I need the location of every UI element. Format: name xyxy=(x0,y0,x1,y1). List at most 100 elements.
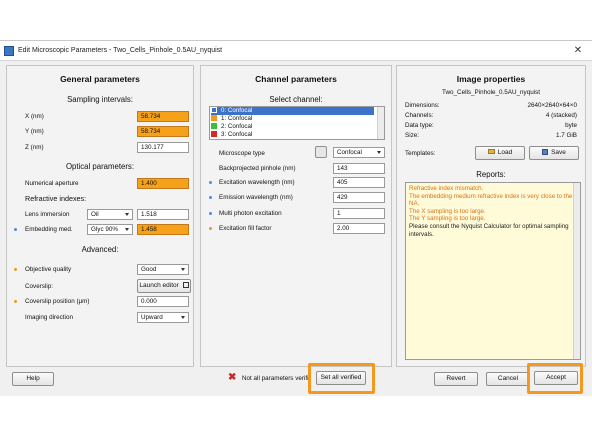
multi-photon-label: Multi photon excitation xyxy=(219,210,282,217)
verification-status-text: Not all parameters verifi xyxy=(242,375,309,382)
app-icon xyxy=(4,46,14,56)
dimensions-value: 2640×2640×64×0 xyxy=(527,102,577,109)
coverslip-label: Coverslip: xyxy=(25,283,53,290)
coverslip-position-field[interactable]: 0.000 xyxy=(137,296,189,307)
channel-item-2[interactable]: 2: Confocal xyxy=(211,123,374,131)
lens-immersion-select[interactable]: Oil xyxy=(87,209,133,220)
microscope-type-value: Confocal xyxy=(337,149,362,156)
title-bar: Edit Microscopic Parameters - Two_Cells_… xyxy=(0,41,592,61)
channels-label: Channels: xyxy=(405,112,434,119)
error-x-icon: ✖ xyxy=(228,372,237,383)
excitation-wavelength-field[interactable]: 405 xyxy=(333,177,385,188)
coverslip-position-label: Coverslip position (µm) xyxy=(25,298,90,305)
emission-wavelength-label: Emission wavelength (nm) xyxy=(219,194,293,201)
z-sampling-field[interactable]: 130.177 xyxy=(137,142,189,153)
channel-color-swatch xyxy=(211,107,217,113)
report-line: Refractive index mismatch. xyxy=(409,185,484,192)
set-all-verified-button[interactable]: Set all verified xyxy=(316,371,366,385)
chevron-down-icon xyxy=(125,213,129,216)
report-line: intervals. xyxy=(409,230,434,238)
objective-quality-select[interactable]: Good xyxy=(137,264,189,275)
save-icon xyxy=(542,149,549,155)
lens-immersion-value: Oil xyxy=(91,211,99,218)
imaging-direction-value: Upward xyxy=(141,314,163,321)
reports-scrollbar[interactable] xyxy=(573,183,580,359)
fill-factor-field[interactable]: 2.00 xyxy=(333,223,385,234)
report-line: Please consult the Nyquist Calculator fo… xyxy=(409,222,569,230)
reports-box[interactable]: Refractive index mismatch. The embedding… xyxy=(405,182,581,360)
launch-editor-button[interactable]: Launch editor xyxy=(137,279,191,293)
image-properties-panel: Image properties Two_Cells_Pinhole_0.5AU… xyxy=(396,65,586,367)
image-properties-title: Image properties xyxy=(456,74,526,84)
general-parameters-panel: General parameters Sampling intervals: X… xyxy=(6,65,194,367)
select-channel-header: Select channel: xyxy=(269,95,323,104)
microscope-type-label: Microscope type xyxy=(219,150,265,157)
help-button[interactable]: Help xyxy=(12,372,54,386)
pinhole-field[interactable]: 143 xyxy=(333,163,385,174)
dimensions-label: Dimensions: xyxy=(405,102,440,109)
y-sampling-field[interactable]: 58.734 xyxy=(137,126,189,137)
coverslip-position-status-dot-icon xyxy=(14,300,17,303)
channel-item-1[interactable]: 1: Confocal xyxy=(211,115,374,123)
data-type-value: byte xyxy=(565,122,577,129)
channel-item-0[interactable]: 0: Confocal xyxy=(211,107,374,115)
x-label: X (nm) xyxy=(25,113,44,120)
lens-immersion-label: Lens immersion xyxy=(25,211,70,218)
optical-parameters-header: Optical parameters: xyxy=(65,162,135,171)
multi-photon-field[interactable]: 1 xyxy=(333,208,385,219)
templates-label: Templates: xyxy=(405,150,436,157)
cancel-button[interactable]: Cancel xyxy=(486,372,530,386)
size-value: 1.7 GiB xyxy=(556,132,577,139)
sampling-intervals-header: Sampling intervals: xyxy=(67,95,133,104)
folder-icon xyxy=(487,149,495,154)
channel-label: 3: Confocal xyxy=(221,131,253,138)
load-label: Load xyxy=(497,149,513,156)
save-template-button[interactable]: Save xyxy=(529,146,579,160)
general-parameters-title: General parameters xyxy=(60,74,140,84)
imaging-direction-select[interactable]: Upward xyxy=(137,312,189,323)
fill-factor-label: Excitation fill factor xyxy=(219,225,272,232)
channel-label: 1: Confocal xyxy=(221,115,253,122)
channels-value: 4 (stacked) xyxy=(545,112,577,119)
size-label: Size: xyxy=(405,132,419,139)
objective-quality-label: Objective quality xyxy=(25,266,72,273)
numerical-aperture-label: Numerical aperture xyxy=(25,180,79,187)
imaging-direction-label: Imaging direction xyxy=(25,314,73,321)
y-label: Y (nm) xyxy=(25,128,44,135)
save-label: Save xyxy=(551,149,566,156)
channel-item-3[interactable]: 3: Confocal xyxy=(211,131,374,139)
channel-color-swatch xyxy=(211,123,217,129)
lens-immersion-index-field[interactable]: 1.518 xyxy=(137,209,189,220)
channel-parameters-panel: Channel parameters Select channel: 0: Co… xyxy=(200,65,392,367)
close-icon[interactable]: ✕ xyxy=(571,44,585,57)
report-line: The Y sampling is too large. xyxy=(409,215,486,223)
report-line: The embedding medium refractive index is… xyxy=(409,192,573,200)
channel-list-scrollbar[interactable] xyxy=(377,107,384,139)
chevron-down-icon xyxy=(181,268,185,271)
chevron-down-icon xyxy=(125,228,129,231)
multiphoton-status-dot-icon xyxy=(209,212,212,215)
x-sampling-field[interactable]: 58.734 xyxy=(137,111,189,122)
window-title: Edit Microscopic Parameters - Two_Cells_… xyxy=(18,47,223,54)
numerical-aperture-field[interactable]: 1.400 xyxy=(137,178,189,189)
microscope-type-select[interactable]: Confocal xyxy=(333,147,385,158)
channel-list[interactable]: 0: Confocal 1: Confocal 2: Confocal 3: C… xyxy=(209,106,385,140)
emission-wavelength-field[interactable]: 429 xyxy=(333,192,385,203)
revert-button[interactable]: Revert xyxy=(434,372,478,386)
embedding-index-field[interactable]: 1.458 xyxy=(137,224,189,235)
z-label: Z (nm) xyxy=(25,144,44,151)
channel-color-swatch xyxy=(211,131,217,137)
advanced-header: Advanced: xyxy=(81,245,119,254)
data-type-label: Data type: xyxy=(405,122,434,129)
microscope-help-icon[interactable] xyxy=(315,146,327,158)
embedding-medium-select[interactable]: Glyc 90% xyxy=(87,224,133,235)
embedding-medium-value: Glyc 90% xyxy=(91,226,118,233)
dialog-window: Edit Microscopic Parameters - Two_Cells_… xyxy=(0,40,592,396)
chevron-down-icon xyxy=(377,151,381,154)
pinhole-label: Backprojected pinhole (nm) xyxy=(219,165,296,172)
accept-button[interactable]: Accept xyxy=(534,371,578,385)
chevron-down-icon xyxy=(181,316,185,319)
load-template-button[interactable]: Load xyxy=(475,146,525,160)
reports-header: Reports: xyxy=(476,170,506,179)
external-editor-icon xyxy=(182,282,189,288)
